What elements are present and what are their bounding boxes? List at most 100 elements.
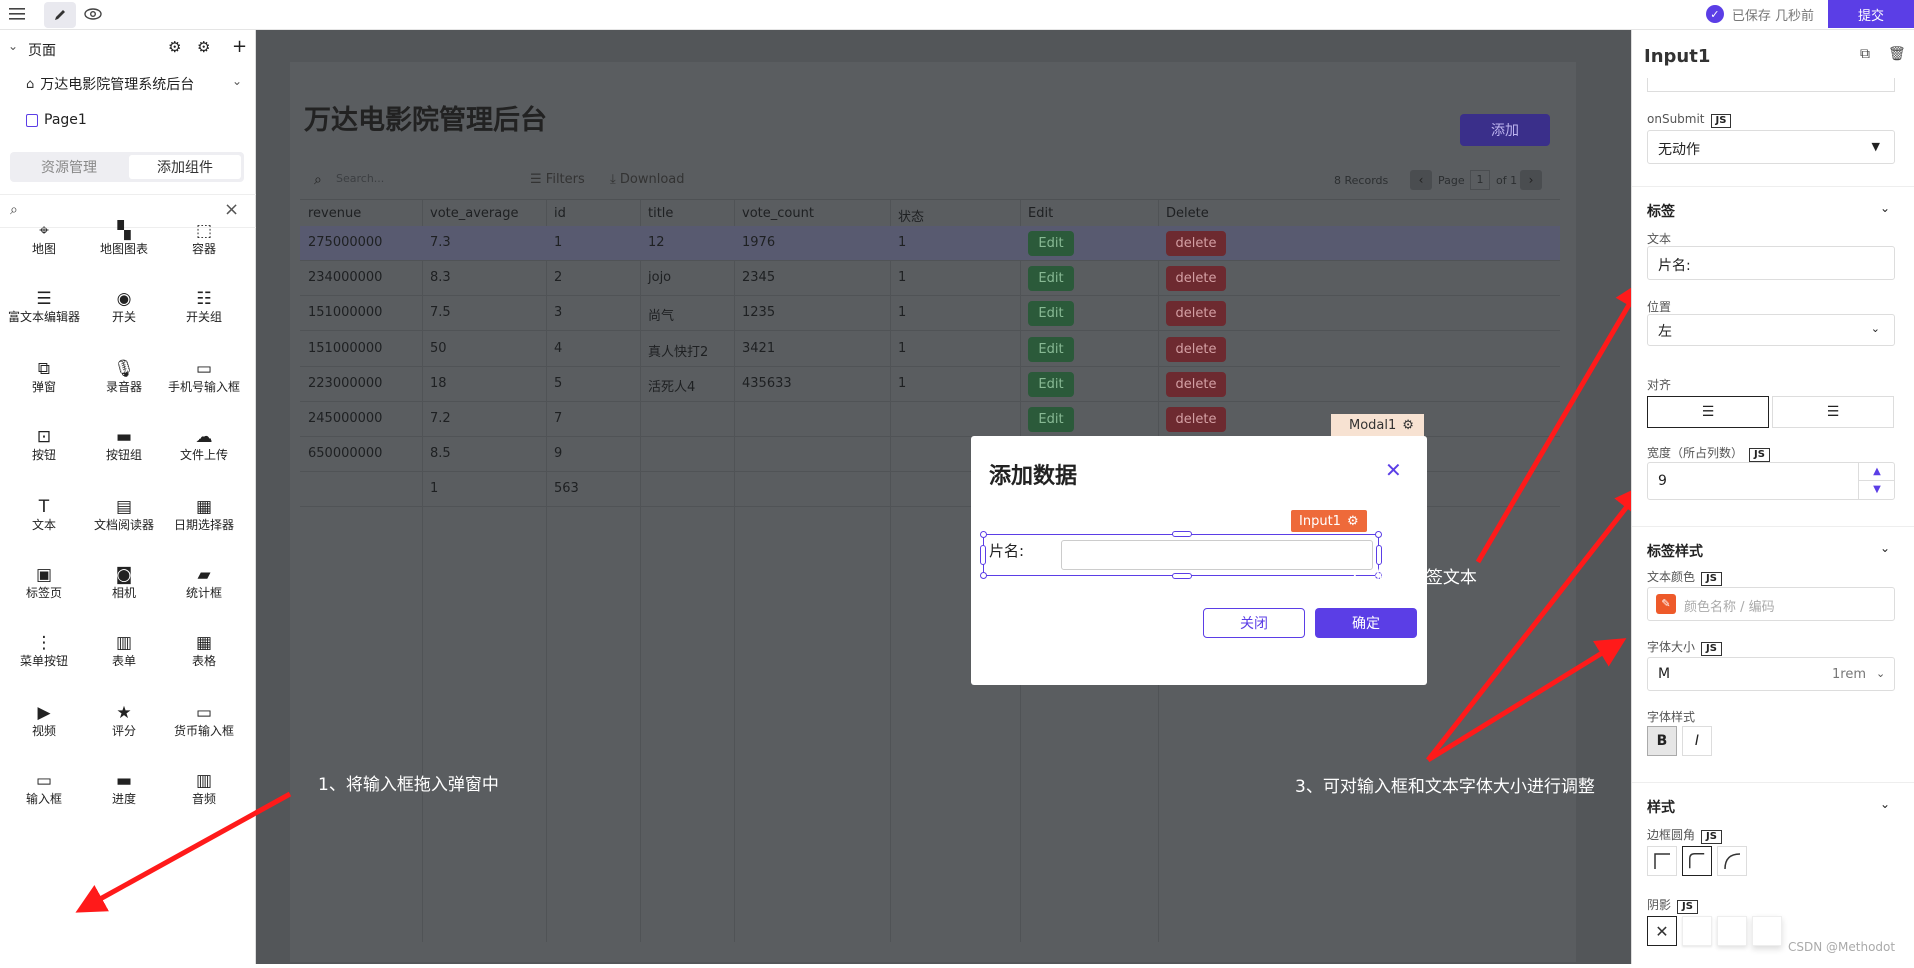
edit-button[interactable]: Edit — [1028, 407, 1074, 432]
resize-handle[interactable] — [1376, 545, 1382, 565]
shadow-medium-button[interactable] — [1717, 916, 1747, 946]
download-button[interactable]: ⤓ Download — [610, 172, 685, 187]
component-map-pin[interactable]: ⌖ 地图 — [4, 220, 84, 257]
component-upload[interactable]: ☁ 文件上传 — [164, 426, 244, 463]
component-button[interactable]: ⊡ 按钮 — [4, 426, 84, 463]
component-table[interactable]: ▦ 表格 — [164, 632, 244, 669]
component-toggle[interactable]: ◉ 开关 — [84, 288, 164, 325]
submit-button[interactable]: 提交 — [1828, 0, 1914, 28]
section-style[interactable]: 样式 ⌄ — [1632, 782, 1914, 822]
delete-button[interactable]: delete — [1166, 231, 1226, 256]
column-header[interactable]: id — [554, 206, 566, 221]
column-header[interactable]: revenue — [308, 206, 361, 221]
edit-button[interactable]: Edit — [1028, 266, 1074, 292]
resize-handle[interactable] — [1172, 531, 1192, 537]
radius-medium-button[interactable] — [1682, 846, 1712, 876]
edit-button[interactable]: Edit — [1028, 371, 1074, 397]
column-header[interactable]: vote_count — [742, 206, 814, 221]
modal1-tag[interactable]: Modal1 ⚙ — [1331, 414, 1424, 436]
resize-handle[interactable] — [980, 531, 987, 538]
table-search-input[interactable]: Search... — [336, 172, 384, 185]
gear-icon[interactable]: ⚙ — [168, 38, 181, 56]
widget-name[interactable]: Input1 — [1644, 46, 1710, 67]
resize-handle[interactable] — [1375, 531, 1382, 538]
gear-icon[interactable]: ⚙ — [197, 38, 210, 56]
component-audio[interactable]: ▥ 音频 — [164, 770, 244, 807]
component-modal[interactable]: ⧉ 弹窗 — [4, 358, 84, 395]
page-item-page1[interactable]: Page1 — [26, 110, 87, 130]
width-value[interactable]: 9 — [1658, 473, 1667, 489]
delete-button[interactable]: delete — [1166, 407, 1226, 432]
add-data-modal[interactable]: 添加数据 ✕ Input1 ⚙ 片名: 关闭 确定 — [971, 436, 1427, 685]
component-microphone[interactable]: 🎙 录音器 — [84, 358, 164, 395]
component-video[interactable]: ▶ 视频 — [4, 702, 84, 739]
column-header[interactable]: Delete — [1166, 206, 1209, 221]
table-row[interactable]: 151000000 50 4 真人快打2 3421 1 Edit delete — [300, 332, 1560, 367]
chevron-down-icon[interactable]: ⌄ — [8, 39, 18, 53]
component-search-input[interactable] — [30, 200, 210, 222]
component-text[interactable]: T 文本 — [4, 496, 84, 533]
edit-button[interactable]: Edit — [1028, 231, 1074, 256]
js-toggle[interactable]: JS — [1710, 114, 1732, 128]
page-number[interactable]: 1 — [1470, 170, 1490, 190]
component-camera[interactable]: ◙ 相机 — [84, 564, 164, 601]
position-select[interactable]: 左 ⌄ — [1647, 314, 1895, 346]
shadow-large-button[interactable] — [1752, 916, 1782, 946]
table-row[interactable]: 275000000 7.3 1 12 1976 1 Edit delete — [300, 226, 1560, 261]
font-size-select[interactable]: M 1rem ⌄ — [1647, 657, 1895, 691]
delete-button[interactable]: delete — [1166, 336, 1226, 362]
chevron-down-icon[interactable]: ⌄ — [232, 74, 242, 88]
table-row[interactable]: 223000000 18 5 活死人4 435633 1 Edit delete — [300, 367, 1560, 402]
component-phone-input[interactable]: ▭ 手机号输入框 — [164, 358, 244, 395]
italic-button[interactable]: I — [1682, 726, 1712, 756]
add-button[interactable]: 添加 — [1460, 114, 1550, 146]
resize-handle[interactable] — [980, 545, 986, 565]
component-currency-input[interactable]: ▭ 货币输入框 — [164, 702, 244, 739]
js-toggle[interactable]: JS — [1701, 642, 1722, 656]
preview-eye-icon[interactable] — [78, 0, 108, 28]
text-color-input[interactable]: ✎ 颜色名称 / 编码 — [1647, 587, 1895, 621]
on-submit-select[interactable]: 无动作 ▼ — [1647, 130, 1895, 164]
chevron-left-icon[interactable]: ‹ — [1410, 170, 1432, 190]
table-row[interactable]: 234000000 8.3 2 jojo 2345 1 Edit delete — [300, 261, 1560, 297]
chevron-down-icon[interactable]: ⌄ — [1880, 797, 1890, 811]
column-header[interactable]: 状态 — [898, 206, 924, 225]
js-toggle[interactable]: JS — [1701, 830, 1722, 844]
label-text-input[interactable]: 片名: — [1647, 246, 1895, 280]
radius-large-button[interactable] — [1717, 846, 1747, 876]
component-form[interactable]: ▥ 表单 — [84, 632, 164, 669]
editor-canvas[interactable]: 万达电影院管理后台 添加 ⌕ Search... ☰ Filters ⤓ Dow… — [256, 30, 1631, 964]
js-toggle[interactable]: JS — [1677, 900, 1698, 914]
shadow-small-button[interactable] — [1682, 916, 1712, 946]
chevron-right-icon[interactable]: › — [1520, 170, 1542, 190]
edit-button[interactable]: Edit — [1028, 301, 1074, 327]
delete-button[interactable]: delete — [1166, 266, 1226, 292]
component-pdf[interactable]: ▤ 文档阅读器 — [84, 496, 164, 533]
table-row[interactable]: 151000000 7.5 3 尚气 1235 1 Edit delete — [300, 296, 1560, 332]
edit-mode-pencil-icon[interactable] — [44, 2, 76, 28]
page-item-home[interactable]: ⌂ 万达电影院管理系统后台 — [26, 74, 194, 94]
filters-button[interactable]: ☰ Filters — [530, 172, 585, 187]
chevron-down-icon[interactable]: ⌄ — [1880, 201, 1890, 215]
component-star[interactable]: ★ 评分 — [84, 702, 164, 739]
resize-handle[interactable] — [980, 572, 987, 579]
resize-handle[interactable] — [1172, 573, 1192, 579]
chevron-down-icon[interactable]: ⌄ — [1880, 541, 1890, 555]
component-rich-text[interactable]: ☰ 富文本编辑器 — [4, 288, 84, 325]
bold-button[interactable]: B — [1647, 726, 1677, 756]
chevron-up-icon[interactable]: ▲ — [1858, 463, 1895, 481]
component-calendar[interactable]: ▦ 日期选择器 — [164, 496, 244, 533]
close-icon[interactable]: ✕ — [1385, 458, 1402, 482]
js-toggle[interactable]: JS — [1749, 448, 1770, 462]
component-container[interactable]: ⬚ 容器 — [164, 220, 244, 257]
copy-icon[interactable]: ⧉ — [1860, 46, 1870, 62]
component-menu-button[interactable]: ⋮ 菜单按钮 — [4, 632, 84, 669]
section-label-style[interactable]: 标签样式 ⌄ — [1632, 526, 1914, 566]
component-input[interactable]: ▭ 输入框 — [4, 770, 84, 807]
section-label[interactable]: 标签 ⌄ — [1632, 186, 1914, 226]
tab-add-component[interactable]: 添加组件 — [129, 155, 241, 179]
tab-resources[interactable]: 资源管理 — [13, 155, 125, 179]
align-left-button[interactable]: ☰ — [1647, 396, 1769, 428]
js-toggle[interactable]: JS — [1701, 572, 1722, 586]
trash-icon[interactable]: 🗑 — [1888, 46, 1906, 62]
